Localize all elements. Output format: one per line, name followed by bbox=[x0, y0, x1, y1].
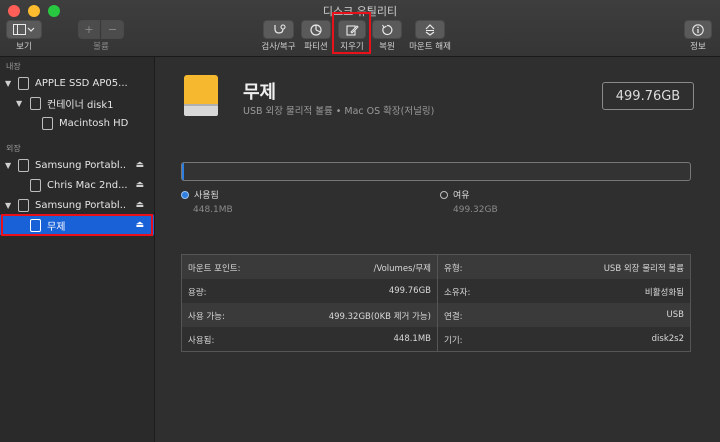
info-value: 499.32GB(0KB 제거 가능) bbox=[328, 312, 431, 322]
sidebar-item-label: Macintosh HD bbox=[59, 117, 129, 129]
info-row: 기기: disk2s2 bbox=[438, 327, 690, 351]
info-row: 마운트 포인트: /Volumes/무제 bbox=[182, 255, 437, 279]
info-key: 기기: bbox=[444, 336, 463, 346]
sidebar-icon bbox=[13, 24, 35, 35]
disclosure-triangle-icon[interactable]: ▼ bbox=[5, 201, 11, 210]
restore-arrow-icon bbox=[382, 24, 393, 35]
free-value: 499.32GB bbox=[453, 205, 498, 215]
info-row: 연결: USB bbox=[438, 303, 690, 327]
volume-label: 볼륨 bbox=[93, 42, 109, 52]
unmount-icon bbox=[425, 23, 435, 36]
sidebar-item-chris-mac[interactable]: Chris Mac 2nd... ⏏ bbox=[0, 175, 154, 195]
info-value: 499.76GB bbox=[388, 286, 431, 296]
info-icon bbox=[692, 23, 704, 36]
eject-icon[interactable]: ⏏ bbox=[135, 200, 144, 210]
sidebar-item-label: 컨테이너 disk1 bbox=[47, 99, 114, 111]
info-key: 유형: bbox=[444, 264, 463, 274]
free-swatch-icon bbox=[440, 190, 448, 199]
info-value: USB 외장 물리적 볼륨 bbox=[603, 264, 684, 274]
info-row: 소유자: 비활성화됨 bbox=[438, 279, 690, 303]
restore-button[interactable] bbox=[372, 20, 402, 39]
usage-bar-used-fill bbox=[182, 163, 184, 180]
toolbar: 디스크 유틸리티 보기 + − 볼륨 검사/복구 파티션 지우기 복원 마운트 … bbox=[0, 0, 720, 57]
partition-button[interactable] bbox=[301, 20, 331, 39]
erase-highlight-box bbox=[332, 12, 371, 54]
external-drive-icon bbox=[184, 75, 218, 116]
usage-bar bbox=[181, 162, 691, 181]
info-key: 연결: bbox=[444, 312, 463, 322]
first-aid-button[interactable] bbox=[263, 20, 294, 39]
disk-utility-window: 디스크 유틸리티 보기 + − 볼륨 검사/복구 파티션 지우기 복원 마운트 … bbox=[0, 0, 720, 442]
external-disk-icon bbox=[18, 198, 29, 212]
external-section-label: 외장 bbox=[6, 144, 21, 153]
info-value: 448.1MB bbox=[393, 334, 432, 344]
volume-info-table: 마운트 포인트: /Volumes/무제 용량: 499.76GB 사용 가능:… bbox=[181, 254, 691, 352]
info-value: 비활성화됨 bbox=[644, 288, 684, 298]
info-key: 사용 가능: bbox=[188, 312, 225, 322]
pie-partition-icon bbox=[310, 23, 322, 36]
sidebar-item-samsung-portable-2[interactable]: ▼ Samsung Portabl... ⏏ bbox=[0, 195, 154, 215]
sidebar-item-label: Samsung Portabl... bbox=[35, 159, 127, 171]
info-row: 유형: USB 외장 물리적 볼륨 bbox=[438, 255, 690, 279]
sidebar-item-apple-ssd[interactable]: ▼ APPLE SSD AP05... bbox=[0, 73, 154, 93]
disclosure-triangle-icon[interactable]: ▼ bbox=[16, 99, 22, 108]
legend-used: 사용됨 bbox=[181, 188, 219, 201]
internal-section-label: 내장 bbox=[6, 62, 21, 71]
sidebar-item-label: Chris Mac 2nd... bbox=[47, 179, 127, 191]
add-volume-button[interactable]: + bbox=[78, 20, 100, 39]
info-value: USB bbox=[666, 310, 684, 320]
volume-capacity: 499.76GB bbox=[602, 82, 694, 110]
volume-icon bbox=[42, 116, 53, 130]
external-disk-icon bbox=[18, 158, 29, 172]
view-button[interactable] bbox=[6, 20, 42, 39]
sidebar-item-samsung-portable-1[interactable]: ▼ Samsung Portabl... ⏏ bbox=[0, 155, 154, 175]
info-key: 용량: bbox=[188, 288, 207, 298]
info-key: 소유자: bbox=[444, 288, 471, 298]
unmount-button[interactable] bbox=[415, 20, 445, 39]
view-label: 보기 bbox=[16, 42, 32, 52]
info-key: 마운트 포인트: bbox=[188, 264, 241, 274]
remove-volume-button[interactable]: − bbox=[101, 20, 124, 39]
used-label: 사용됨 bbox=[194, 191, 219, 201]
container-icon bbox=[30, 96, 41, 110]
selected-volume-highlight-box bbox=[1, 214, 153, 236]
info-key: 사용됨: bbox=[188, 336, 215, 346]
sidebar: 내장 ▼ APPLE SSD AP05... ▼ 컨테이너 disk1 Maci… bbox=[0, 57, 155, 442]
volume-icon bbox=[30, 178, 41, 192]
unmount-label: 마운트 해제 bbox=[409, 42, 451, 52]
volume-name: 무제 bbox=[243, 82, 277, 103]
stethoscope-icon bbox=[273, 23, 286, 34]
info-row: 사용됨: 448.1MB bbox=[182, 327, 437, 351]
info-row: 사용 가능: 499.32GB(0KB 제거 가능) bbox=[182, 303, 437, 327]
used-swatch-icon bbox=[181, 190, 189, 199]
sidebar-item-label: APPLE SSD AP05... bbox=[35, 77, 128, 89]
sidebar-item-macintosh-hd[interactable]: Macintosh HD bbox=[0, 113, 154, 133]
volume-detail-pane: 무제 USB 외장 물리적 볼륨 • Mac OS 확장(저널링) 499.76… bbox=[155, 57, 720, 442]
info-value: /Volumes/무제 bbox=[373, 264, 431, 274]
disclosure-triangle-icon[interactable]: ▼ bbox=[5, 161, 11, 170]
info-row: 용량: 499.76GB bbox=[182, 279, 437, 303]
volume-subtitle: USB 외장 물리적 볼륨 • Mac OS 확장(저널링) bbox=[243, 106, 435, 117]
info-label: 정보 bbox=[690, 42, 706, 52]
disclosure-triangle-icon[interactable]: ▼ bbox=[5, 79, 11, 88]
partition-label: 파티션 bbox=[304, 42, 328, 52]
eject-icon[interactable]: ⏏ bbox=[135, 180, 144, 190]
legend-free: 여유 bbox=[440, 188, 470, 201]
used-value: 448.1MB bbox=[193, 205, 233, 215]
free-label: 여유 bbox=[453, 191, 470, 201]
info-button[interactable] bbox=[684, 20, 712, 39]
sidebar-item-container-disk1[interactable]: ▼ 컨테이너 disk1 bbox=[0, 93, 154, 113]
info-value: disk2s2 bbox=[651, 334, 684, 344]
sidebar-item-label: Samsung Portabl... bbox=[35, 199, 127, 211]
first-aid-label: 검사/복구 bbox=[261, 42, 296, 52]
internal-disk-icon bbox=[18, 76, 29, 90]
eject-icon[interactable]: ⏏ bbox=[135, 160, 144, 170]
restore-label: 복원 bbox=[379, 42, 395, 52]
